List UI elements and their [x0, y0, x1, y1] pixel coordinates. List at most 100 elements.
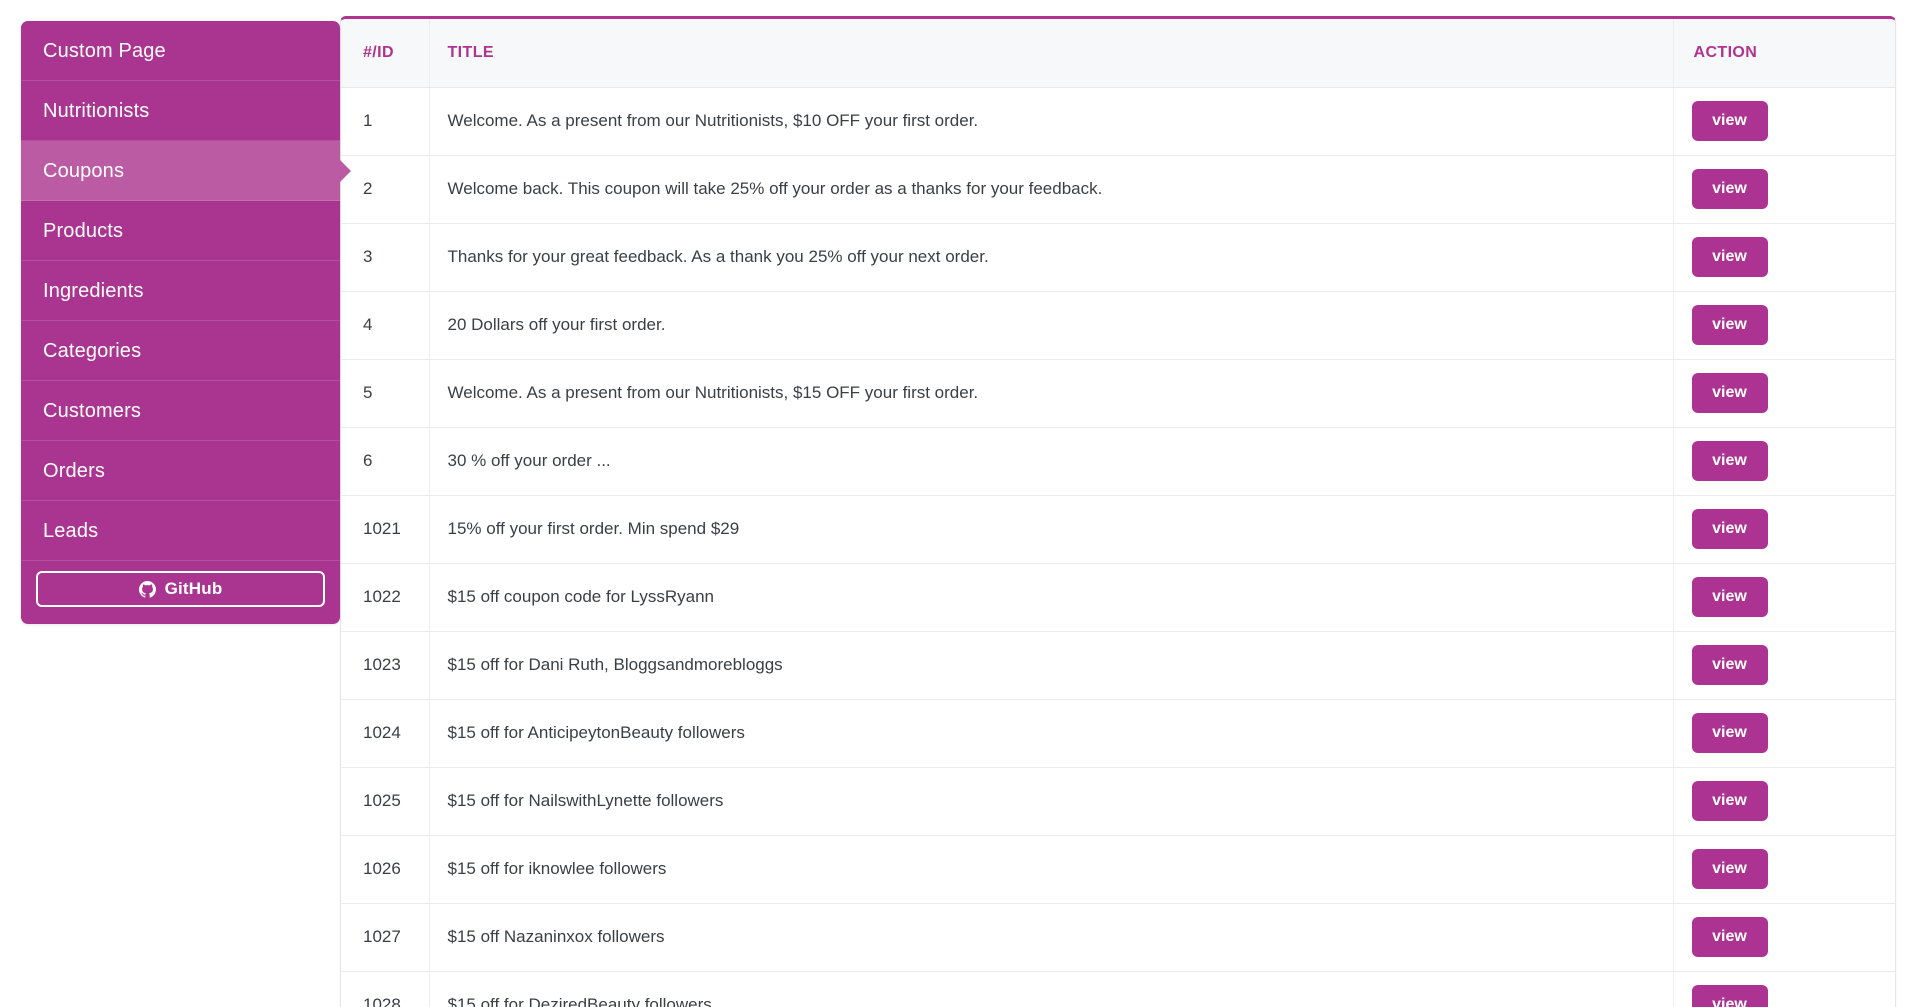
- cell-title: Welcome. As a present from our Nutrition…: [429, 359, 1674, 428]
- sidebar-container: Custom Page Nutritionists Coupons Products I…: [0, 0, 340, 624]
- remove-button[interactable]: remove: [1776, 305, 1880, 345]
- remove-button[interactable]: remove: [1776, 781, 1880, 821]
- cell-action: view remove: [1673, 87, 1895, 156]
- remove-button[interactable]: remove: [1776, 849, 1880, 889]
- view-button[interactable]: view: [1691, 645, 1768, 685]
- remove-button[interactable]: remove: [1776, 917, 1880, 957]
- sidebar-item-label: Products: [43, 220, 124, 242]
- cell-action: view remove: [1673, 495, 1895, 564]
- sidebar-item-products[interactable]: Products: [21, 201, 340, 261]
- view-button[interactable]: view: [1691, 373, 1768, 413]
- table-row: 1022 $15 off coupon code for LyssRyann vie…: [341, 563, 1895, 632]
- cell-title: $15 off for Dani Ruth, Bloggsandmoreblog…: [429, 631, 1674, 700]
- cell-id: 1024: [341, 699, 430, 768]
- cell-id: 1022: [341, 563, 430, 632]
- view-button[interactable]: view: [1691, 985, 1768, 1007]
- column-header-title[interactable]: TITLE: [429, 19, 1674, 88]
- cell-action: view remove: [1673, 699, 1895, 768]
- view-button[interactable]: view: [1691, 781, 1768, 821]
- cell-id: 4: [341, 291, 430, 360]
- sidebar-item-label: Ingredients: [43, 280, 144, 302]
- table-row: 4 20 Dollars off your first order. view rem…: [341, 291, 1895, 360]
- view-button[interactable]: view: [1691, 917, 1768, 957]
- cell-action: view remove: [1673, 835, 1895, 904]
- view-button[interactable]: view: [1691, 849, 1768, 889]
- github-button-container: GitHub: [21, 561, 340, 615]
- view-button[interactable]: view: [1691, 577, 1768, 617]
- sidebar-item-label: Leads: [43, 520, 99, 542]
- remove-button[interactable]: remove: [1776, 169, 1880, 209]
- sidebar-item-custom-page[interactable]: Custom Page: [21, 21, 340, 81]
- table-row: 1 Welcome. As a present from our Nutritio…: [341, 87, 1895, 156]
- remove-button[interactable]: remove: [1776, 713, 1880, 753]
- remove-button[interactable]: remove: [1776, 645, 1880, 685]
- cell-id: 1: [341, 87, 430, 156]
- cell-title: $15 off for iknowlee followers: [429, 835, 1674, 904]
- cell-action: view remove: [1673, 767, 1895, 836]
- sidebar-item-customers[interactable]: Customers: [21, 381, 340, 441]
- view-button[interactable]: view: [1691, 305, 1768, 345]
- github-button[interactable]: GitHub: [36, 571, 325, 607]
- table-row: 6 30 % off your order ... view remove: [341, 427, 1895, 496]
- remove-button[interactable]: remove: [1776, 509, 1880, 549]
- cell-action: view remove: [1673, 155, 1895, 224]
- remove-button[interactable]: remove: [1776, 373, 1880, 413]
- table-row: 1023 $15 off for Dani Ruth, Bloggsandmore…: [341, 631, 1895, 700]
- sidebar-item-leads[interactable]: Leads: [21, 501, 340, 561]
- sidebar-nav: Custom Page Nutritionists Coupons Products I…: [21, 21, 340, 624]
- view-button[interactable]: view: [1691, 169, 1768, 209]
- cell-id: 3: [341, 223, 430, 292]
- coupons-table: #/ID TITLE ACTION 1 Welcome. As a present…: [341, 19, 1895, 1007]
- cell-title: Welcome. As a present from our Nutrition…: [429, 87, 1674, 156]
- remove-button[interactable]: remove: [1776, 237, 1880, 277]
- table-row: 1025 $15 off for NailswithLynette followe…: [341, 767, 1895, 836]
- sidebar-item-ingredients[interactable]: Ingredients: [21, 261, 340, 321]
- table-row: 1024 $15 off for AnticipeytonBeauty follo…: [341, 699, 1895, 768]
- sidebar-item-label: Custom Page: [43, 40, 166, 62]
- column-header-action: ACTION: [1673, 19, 1895, 88]
- cell-id: 1025: [341, 767, 430, 836]
- cell-title: Thanks for your great feedback. As a tha…: [429, 223, 1674, 292]
- cell-action: view remove: [1673, 971, 1895, 1007]
- column-header-id[interactable]: #/ID: [341, 19, 430, 88]
- cell-id: 6: [341, 427, 430, 496]
- sidebar-item-coupons[interactable]: Coupons: [21, 141, 340, 201]
- sidebar-item-categories[interactable]: Categories: [21, 321, 340, 381]
- view-button[interactable]: view: [1691, 237, 1768, 277]
- table-row: 5 Welcome. As a present from our Nutritio…: [341, 359, 1895, 428]
- table-header-row: #/ID TITLE ACTION: [341, 19, 1895, 88]
- sidebar-item-label: Coupons: [43, 160, 125, 182]
- sidebar-item-nutritionists[interactable]: Nutritionists: [21, 81, 340, 141]
- table-row: 1021 15% off your first order. Min spend …: [341, 495, 1895, 564]
- page-root: Custom Page Nutritionists Coupons Products I…: [0, 0, 1920, 1007]
- cell-title: 20 Dollars off your first order.: [429, 291, 1674, 360]
- coupons-table-card: #/ID TITLE ACTION 1 Welcome. As a present…: [340, 16, 1896, 1007]
- main-content: #/ID TITLE ACTION 1 Welcome. As a present…: [340, 0, 1920, 1007]
- sidebar-item-label: Categories: [43, 340, 142, 362]
- table-head: #/ID TITLE ACTION: [341, 19, 1895, 88]
- cell-id: 5: [341, 359, 430, 428]
- cell-title: $15 off for AnticipeytonBeauty followers: [429, 699, 1674, 768]
- remove-button[interactable]: remove: [1776, 985, 1880, 1007]
- table-row: 3 Thanks for your great feedback. As a th…: [341, 223, 1895, 292]
- cell-title: $15 off for NailswithLynette followers: [429, 767, 1674, 836]
- view-button[interactable]: view: [1691, 441, 1768, 481]
- remove-button[interactable]: remove: [1776, 577, 1880, 617]
- sidebar-item-orders[interactable]: Orders: [21, 441, 340, 501]
- sidebar-item-label: Customers: [43, 400, 142, 422]
- remove-button[interactable]: remove: [1776, 101, 1880, 141]
- cell-id: 1027: [341, 903, 430, 972]
- view-button[interactable]: view: [1691, 101, 1768, 141]
- cell-action: view remove: [1673, 359, 1895, 428]
- cell-title: $15 off for DeziredBeauty followers: [429, 971, 1674, 1007]
- table-row: 1028 $15 off for DeziredBeauty followers v…: [341, 971, 1895, 1007]
- cell-id: 1021: [341, 495, 430, 564]
- table-row: 1027 $15 off Nazaninxox followers view remo…: [341, 903, 1895, 972]
- view-button[interactable]: view: [1691, 509, 1768, 549]
- remove-button[interactable]: remove: [1776, 441, 1880, 481]
- cell-action: view remove: [1673, 427, 1895, 496]
- cell-action: view remove: [1673, 631, 1895, 700]
- sidebar-item-label: Nutritionists: [43, 100, 150, 122]
- cell-action: view remove: [1673, 563, 1895, 632]
- view-button[interactable]: view: [1691, 713, 1768, 753]
